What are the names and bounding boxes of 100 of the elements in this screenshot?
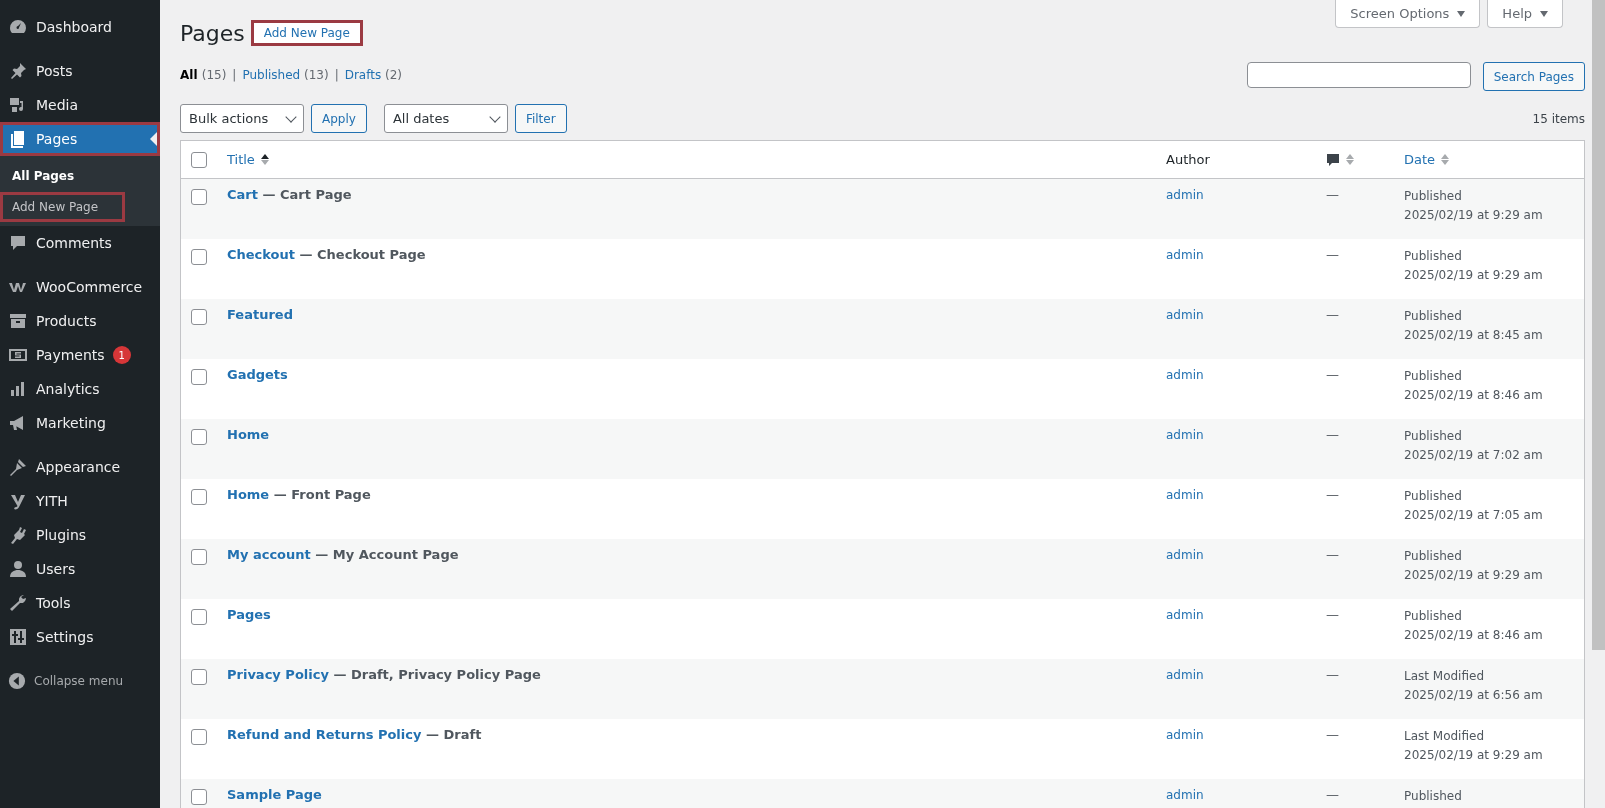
author-link[interactable]: admin: [1166, 608, 1204, 622]
sidebar-item[interactable]: Posts: [0, 54, 160, 88]
page-state: — Draft: [426, 727, 482, 742]
comment-count: —: [1326, 547, 1339, 562]
page-state: — Checkout Page: [299, 247, 426, 262]
sidebar-item[interactable]: Tools: [0, 586, 160, 620]
page-state: — Front Page: [273, 487, 371, 502]
author-link[interactable]: admin: [1166, 548, 1204, 562]
sidebar-item[interactable]: YITH: [0, 484, 160, 518]
checkbox[interactable]: [191, 429, 207, 445]
menu-pointer-icon: [150, 132, 157, 146]
title-link[interactable]: Gadgets: [227, 367, 288, 382]
checkbox[interactable]: [191, 309, 207, 325]
sidebar-item[interactable]: Appearance: [0, 450, 160, 484]
date-cell-text: Published 2025/02/19 at 8:46 am: [1404, 608, 1544, 644]
submenu-item[interactable]: All Pages: [0, 162, 160, 192]
author-link[interactable]: admin: [1166, 788, 1204, 802]
tab-button[interactable]: Screen Options: [1335, 0, 1481, 28]
item-count: 15 items: [1532, 111, 1585, 126]
column-header[interactable]: Title: [227, 152, 255, 167]
sidebar-item[interactable]: Media: [0, 88, 160, 122]
sidebar-item[interactable]: Products: [0, 304, 160, 338]
checkbox[interactable]: [191, 369, 207, 385]
comment-count: —: [1326, 187, 1339, 202]
date-cell-text: Published 2025/02/19 at 9:29 am: [1404, 548, 1544, 584]
checkbox[interactable]: [191, 729, 207, 745]
title-link[interactable]: Checkout: [227, 247, 295, 262]
author-link[interactable]: admin: [1166, 428, 1204, 442]
comment-count: —: [1326, 307, 1339, 322]
tab-button[interactable]: Help: [1487, 0, 1563, 28]
author-link[interactable]: admin: [1166, 188, 1204, 202]
sidebar-item[interactable]: Analytics: [0, 372, 160, 406]
date-cell-text: Published 2025/02/19 at 7:02 am: [1404, 428, 1544, 464]
title-link[interactable]: Privacy Policy: [227, 667, 329, 682]
comment-count: —: [1326, 427, 1339, 442]
comment-count: —: [1326, 727, 1339, 742]
column-header[interactable]: Date: [1404, 152, 1436, 167]
author-link[interactable]: admin: [1166, 728, 1204, 742]
checkbox[interactable]: [191, 669, 207, 685]
sliders-icon: [8, 627, 28, 647]
filter-link[interactable]: Published (13): [242, 67, 329, 82]
dates-dropdown[interactable]: All dates: [383, 104, 508, 133]
checkbox[interactable]: [191, 609, 207, 625]
count-badge: 1: [112, 346, 131, 364]
sidebar-item[interactable]: Marketing: [0, 406, 160, 440]
archive-box-icon: [8, 311, 28, 331]
checkbox[interactable]: [191, 489, 207, 505]
user-icon: [8, 559, 28, 579]
comment-count: —: [1326, 787, 1339, 802]
author-link[interactable]: admin: [1166, 248, 1204, 262]
checkbox[interactable]: [191, 189, 207, 205]
title-link[interactable]: Refund and Returns Policy: [227, 727, 422, 742]
collapse-icon: [8, 672, 26, 690]
submenu-item[interactable]: Add New Page: [0, 192, 125, 222]
author-link[interactable]: admin: [1166, 368, 1204, 382]
checkbox[interactable]: [191, 549, 207, 565]
sidebar-item[interactable]: WooCommerce: [0, 270, 160, 304]
search-field[interactable]: [1246, 62, 1471, 88]
author-link[interactable]: admin: [1166, 308, 1204, 322]
sidebar-item[interactable]: Plugins: [0, 518, 160, 552]
paintbrush-icon: [8, 457, 28, 477]
checkbox[interactable]: [191, 249, 207, 265]
comment-count: —: [1326, 367, 1339, 382]
speech-bubble-icon: [1326, 152, 1340, 167]
title-link[interactable]: Featured: [227, 307, 293, 322]
filter-button[interactable]: Filter: [514, 104, 567, 133]
date-cell-text: Published 2025/02/19 at 8:45 am: [1404, 308, 1544, 344]
page-title: Pages: [180, 20, 245, 46]
page-state: — Draft, Privacy Policy Page: [333, 667, 541, 682]
title-link[interactable]: Home: [227, 427, 270, 442]
add-new-button[interactable]: Add New Page: [250, 20, 363, 46]
sidebar-item[interactable]: Settings: [0, 620, 160, 654]
separator: |: [232, 67, 237, 82]
filter-link[interactable]: Drafts (2): [344, 67, 402, 82]
page-state: — Cart Page: [262, 187, 352, 202]
apply-button[interactable]: Apply: [311, 104, 367, 133]
sidebar-item[interactable]: Payments 1: [0, 338, 160, 372]
bulk-actions-dropdown[interactable]: Bulk actions: [180, 104, 304, 133]
date-cell-text: Published 2025/02/19 at 7:05 am: [1404, 488, 1544, 524]
title-link[interactable]: Pages: [227, 607, 271, 622]
scrollbar[interactable]: [1592, 0, 1605, 650]
sidebar-item[interactable]: Pages: [0, 122, 160, 156]
title-link[interactable]: My account: [227, 547, 311, 562]
author-link[interactable]: admin: [1166, 488, 1204, 502]
search-button[interactable]: Search Pages: [1482, 62, 1585, 91]
checkbox[interactable]: [191, 151, 207, 168]
column-header: Author: [1166, 152, 1210, 167]
comment-count: —: [1326, 247, 1339, 262]
sidebar-item[interactable]: Users: [0, 552, 160, 586]
comment-count: —: [1326, 607, 1339, 622]
sidebar-item[interactable]: Comments: [0, 226, 160, 260]
checkbox[interactable]: [191, 789, 207, 805]
title-link[interactable]: Home: [227, 487, 270, 502]
title-link[interactable]: Cart: [227, 187, 258, 202]
author-link[interactable]: admin: [1166, 668, 1204, 682]
sidebar-item[interactable]: Dashboard: [0, 10, 160, 44]
speech-bubble-icon: [8, 233, 28, 253]
filter-link[interactable]: All (15): [180, 67, 227, 82]
collapse-menu-button[interactable]: Collapse menu: [0, 664, 160, 698]
title-link[interactable]: Sample Page: [227, 787, 322, 802]
